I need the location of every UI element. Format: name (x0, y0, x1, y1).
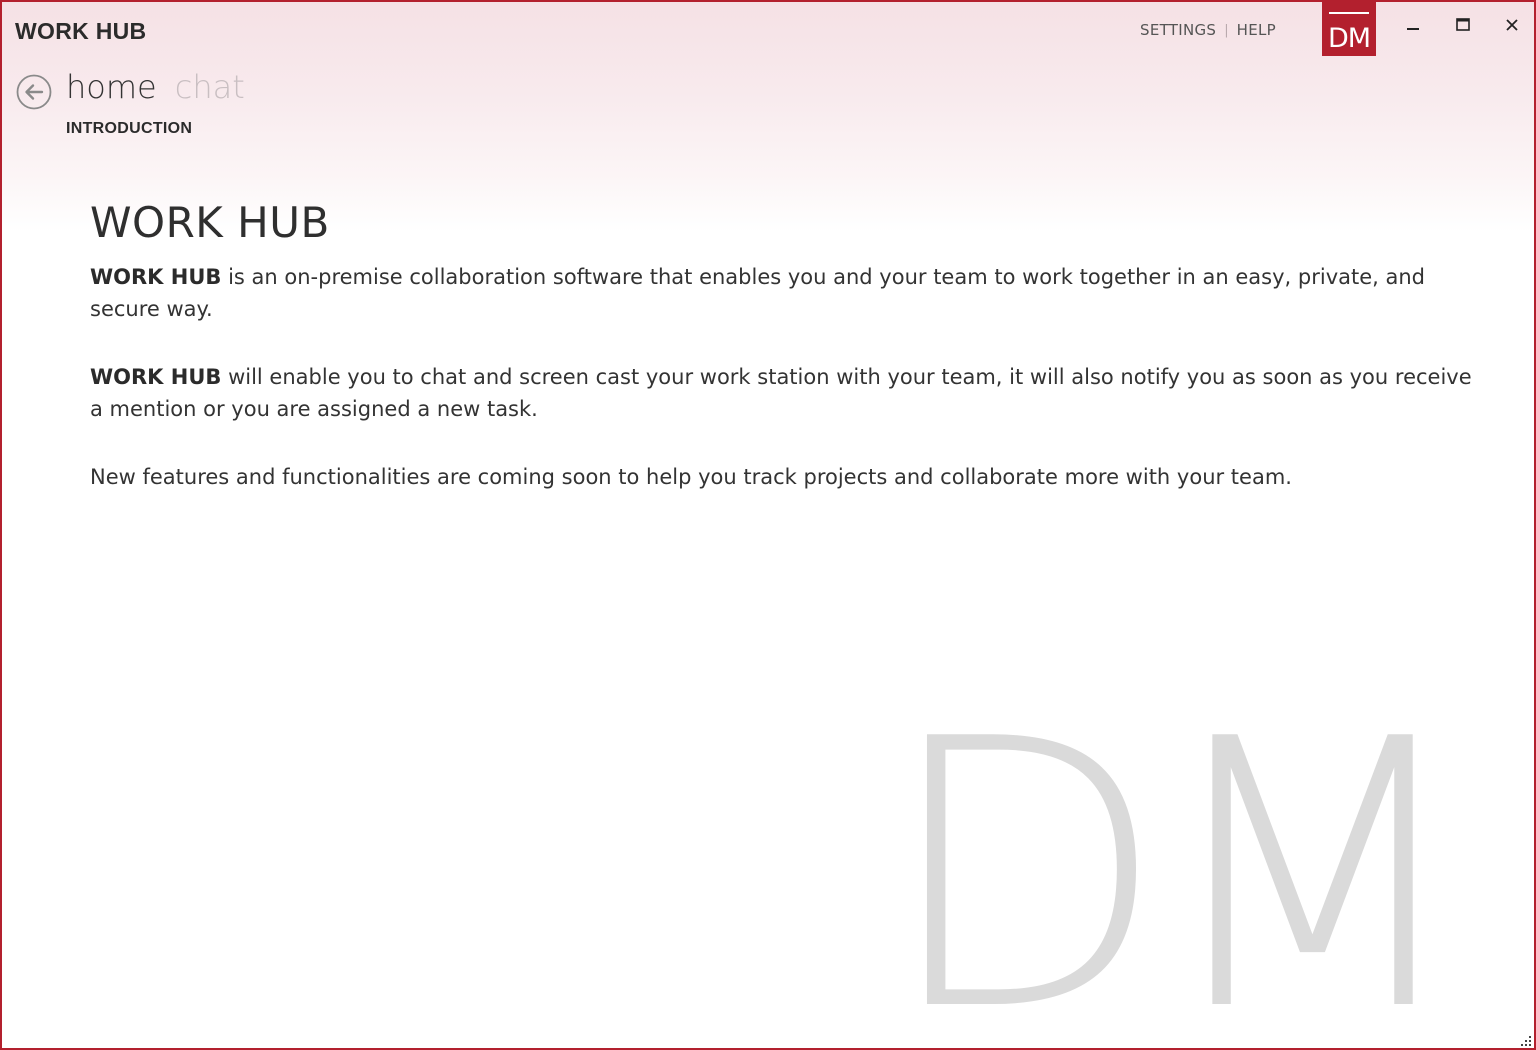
features-paragraph: WORK HUB will enable you to chat and scr… (90, 361, 1490, 425)
help-link[interactable]: HELP (1237, 21, 1276, 39)
settings-link[interactable]: SETTINGS (1140, 21, 1216, 39)
top-links: SETTINGS | HELP (1140, 21, 1276, 39)
resize-grip[interactable] (1518, 1032, 1532, 1046)
close-icon (1506, 19, 1518, 31)
intro-paragraph-bold: WORK HUB (90, 265, 222, 289)
intro-paragraph-text: is an on-premise collaboration software … (90, 265, 1425, 321)
app-title: WORK HUB (15, 18, 147, 44)
main-content: WORK HUB WORK HUB is an on-premise colla… (90, 198, 1490, 529)
minimize-icon (1407, 28, 1419, 30)
nav-tabs: home chat (66, 68, 245, 106)
minimize-button[interactable] (1398, 10, 1428, 40)
upcoming-paragraph: New features and functionalities are com… (90, 461, 1490, 493)
features-paragraph-bold: WORK HUB (90, 365, 222, 389)
app-window: WORK HUB SETTINGS | HELP DM home chat IN… (0, 0, 1536, 1050)
close-button[interactable] (1497, 10, 1527, 40)
link-separator: | (1224, 22, 1229, 38)
tab-home[interactable]: home (66, 68, 157, 106)
upcoming-paragraph-text: New features and functionalities are com… (90, 465, 1292, 489)
features-paragraph-text: will enable you to chat and screen cast … (90, 365, 1472, 421)
avatar-initials: DM (1327, 23, 1371, 54)
resize-grip-icon (1521, 1036, 1531, 1046)
intro-paragraph: WORK HUB is an on-premise collaboration … (90, 261, 1490, 325)
maximize-icon (1456, 18, 1470, 31)
page-heading: WORK HUB (90, 198, 330, 247)
back-arrow-icon (16, 74, 52, 110)
watermark-logo: DM (882, 662, 1472, 1050)
user-avatar[interactable]: DM (1322, 2, 1376, 56)
maximize-button[interactable] (1448, 10, 1478, 40)
back-button[interactable] (16, 74, 52, 110)
section-title: INTRODUCTION (66, 120, 193, 137)
tab-chat[interactable]: chat (175, 68, 245, 106)
